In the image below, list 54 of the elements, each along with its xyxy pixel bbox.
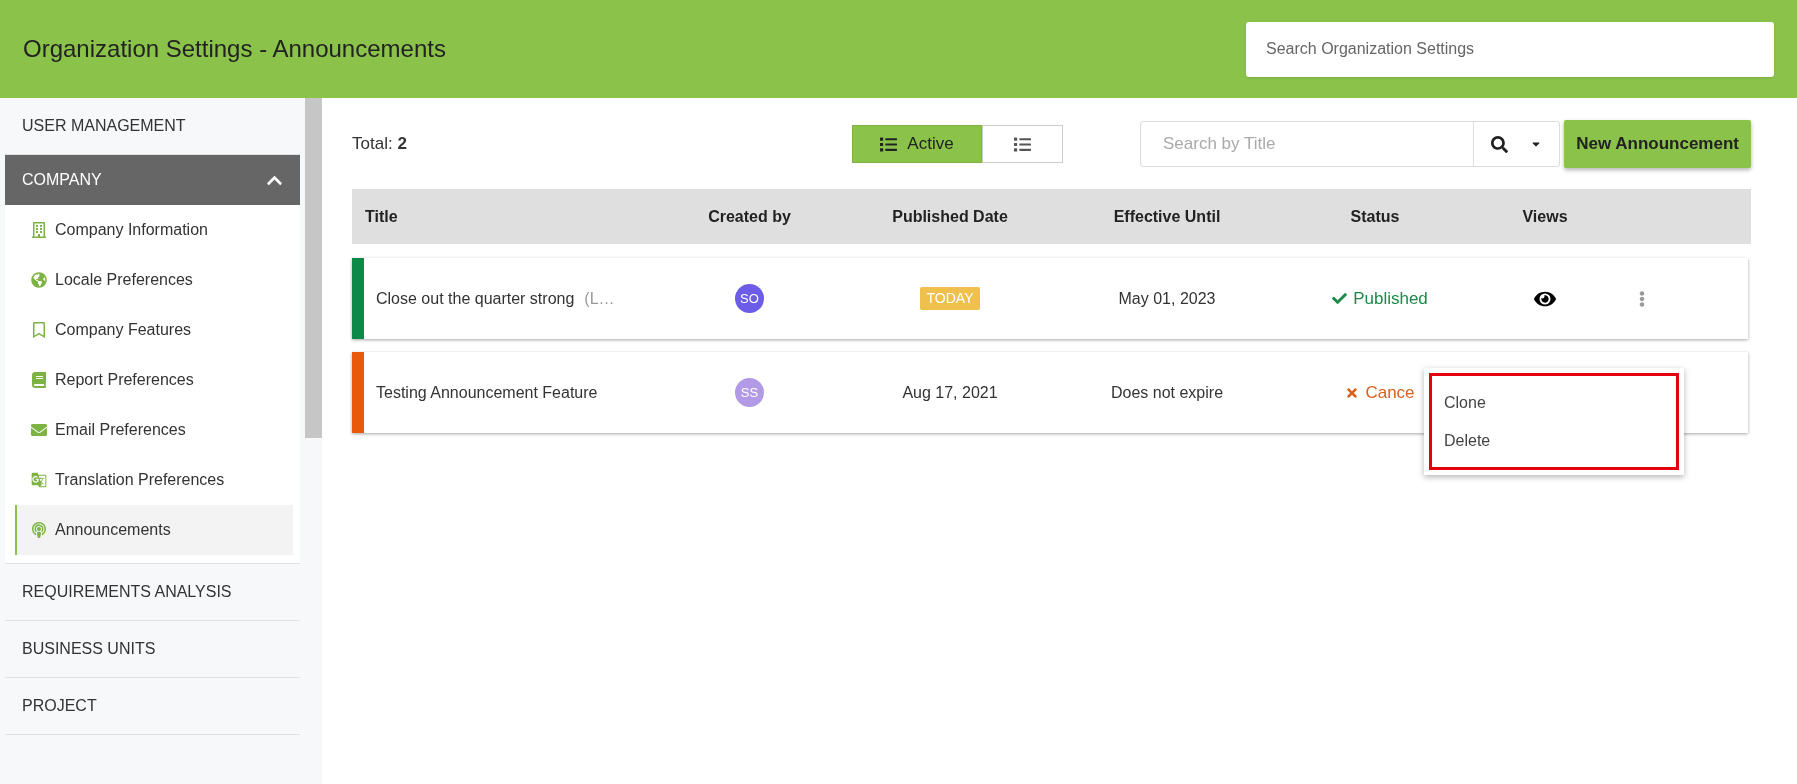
user-avatar: SO (735, 284, 764, 313)
sidebar-item[interactable]: Company Information (15, 205, 293, 255)
sidebar-section[interactable]: USER MANAGEMENT (5, 98, 300, 154)
user-avatar: SS (735, 378, 764, 407)
title-search-bar[interactable]: Search by Title (1140, 121, 1560, 167)
sidebar-section[interactable]: COMPANY (5, 155, 300, 205)
effective-until: May 01, 2023 (1118, 288, 1216, 309)
search-field[interactable]: Search Organization Settings (1246, 21, 1774, 77)
envelope-icon (31, 422, 47, 438)
more-options-icon[interactable] (1639, 288, 1645, 309)
sidebar-item[interactable]: Translation Preferences (15, 455, 293, 505)
sidebar-section[interactable]: PROJECT (5, 678, 300, 734)
sidebar-section[interactable]: REQUIREMENTS ANALYSIS (5, 564, 300, 620)
sidebar-item[interactable]: Locale Preferences (15, 255, 293, 305)
menu-item[interactable]: Delete (1432, 428, 1676, 453)
menu-item[interactable]: Clone (1432, 390, 1676, 415)
building-icon (31, 222, 47, 238)
sidebar-section[interactable]: BUSINESS UNITS (5, 621, 300, 677)
translate-icon (31, 472, 47, 488)
announcement-title: Testing Announcement Feature (375, 382, 598, 403)
announcement-row[interactable]: Close out the quarter strong (L… SO TODAY May 01, 2023 Published (352, 258, 1748, 339)
sidebar-item[interactable]: Email Preferences (15, 405, 293, 455)
page-title: Organization Settings - Announcements (23, 34, 446, 64)
published-date: Aug 17, 2021 (902, 382, 998, 403)
column-header: Created by (708, 206, 791, 227)
new-announcement-button[interactable]: New Announcement (1564, 120, 1751, 168)
total-count: Total: 2 (352, 133, 408, 156)
search-icon[interactable] (1491, 135, 1508, 153)
scrollbar[interactable] (305, 98, 322, 438)
column-header: Title (365, 207, 398, 225)
sidebar-item[interactable]: Report Preferences (15, 355, 293, 405)
column-header: Published Date (892, 206, 1008, 227)
view-toggle[interactable]: Active (852, 125, 982, 163)
column-header: Effective Until (1113, 206, 1221, 227)
sidebar-item[interactable]: Company Features (15, 305, 293, 355)
today-badge: TODAY (919, 287, 981, 310)
book-icon (31, 372, 47, 388)
status-label: Published (1332, 285, 1428, 312)
sidebar-item[interactable]: Announcements (15, 505, 293, 555)
list-icon (1014, 135, 1031, 153)
announcement-title: Close out the quarter strong (375, 288, 575, 309)
title-note: (L… (583, 288, 615, 309)
effective-until: Does not expire (1110, 382, 1224, 403)
list-icon (880, 135, 898, 153)
title-search-field[interactable]: Search by Title (1141, 122, 1473, 166)
view-toggle[interactable] (982, 125, 1063, 163)
bookmark-icon (31, 322, 47, 338)
check-icon (1332, 291, 1348, 306)
podcast-icon (31, 522, 47, 538)
globe-icon (31, 272, 47, 288)
status-label: Cance (1345, 379, 1415, 406)
column-header: Views (1522, 206, 1568, 227)
column-header: Status (1350, 206, 1400, 227)
cross-icon (1345, 385, 1360, 400)
